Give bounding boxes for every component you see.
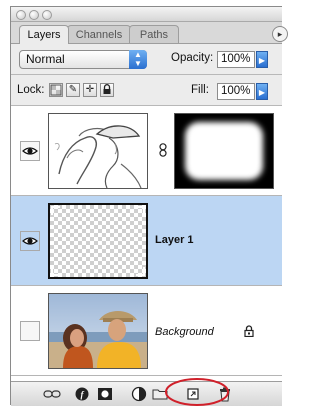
- tab-channels[interactable]: Channels: [67, 25, 131, 43]
- layer-thumbnail-transparent: [48, 203, 148, 279]
- tab-bar: Layers Channels Paths ▸: [11, 22, 288, 44]
- layer-row-layer-1[interactable]: Layer 1: [11, 196, 282, 286]
- tab-layers[interactable]: Layers: [19, 25, 69, 44]
- layer-lock-icon: [244, 324, 254, 338]
- layer-thumbnail-sketch: [48, 113, 148, 189]
- lock-all-icon[interactable]: [100, 83, 114, 97]
- opacity-label: Opacity:: [171, 52, 214, 64]
- mask-link-icon[interactable]: [159, 143, 167, 157]
- lock-fill-row: Lock: ✎ ✛ Fill: 100% ▶: [11, 75, 282, 106]
- layer-name[interactable]: Background: [155, 326, 214, 338]
- add-mask-icon[interactable]: [96, 386, 114, 402]
- panel-titlebar: [11, 7, 282, 22]
- blend-mode-value: Normal: [26, 52, 65, 66]
- visibility-toggle[interactable]: [20, 321, 40, 341]
- lock-brush-icon[interactable]: ✎: [66, 83, 80, 97]
- layer-name[interactable]: Layer 1: [155, 234, 194, 246]
- opacity-slider-arrow-icon[interactable]: ▶: [256, 51, 268, 68]
- lock-transparent-icon[interactable]: [49, 83, 63, 97]
- highlight-circle-icon: [165, 378, 229, 406]
- visibility-toggle[interactable]: [20, 231, 40, 251]
- opacity-field[interactable]: 100%: [217, 51, 255, 68]
- minimize-icon[interactable]: [29, 10, 39, 20]
- tab-paths[interactable]: Paths: [129, 25, 179, 43]
- adjustment-layer-icon[interactable]: [130, 386, 148, 402]
- close-icon[interactable]: [16, 10, 26, 20]
- blend-opacity-row: Normal ▲ ▼ Opacity: 100% ▶: [11, 44, 282, 75]
- layer-style-icon[interactable]: f: [73, 386, 91, 402]
- link-layers-icon[interactable]: [43, 386, 61, 402]
- layer-row-background[interactable]: Background: [11, 286, 282, 376]
- blend-mode-select[interactable]: Normal ▲ ▼: [19, 50, 147, 69]
- fill-slider-arrow-icon[interactable]: ▶: [256, 83, 268, 100]
- lock-label: Lock:: [17, 84, 45, 96]
- layer-thumbnail-photo: [48, 293, 148, 369]
- fill-label: Fill:: [191, 84, 209, 96]
- fill-field[interactable]: 100%: [217, 83, 255, 100]
- visibility-toggle[interactable]: [20, 141, 40, 161]
- panel-menu-icon[interactable]: ▸: [272, 26, 288, 42]
- layers-panel: Layers Channels Paths ▸ Normal ▲ ▼ Opacit…: [10, 6, 288, 406]
- lock-position-icon[interactable]: ✛: [83, 83, 97, 97]
- layer-mask-thumbnail[interactable]: [174, 113, 274, 189]
- eye-icon: [22, 237, 38, 245]
- layer-row-sketch[interactable]: [11, 106, 282, 196]
- layers-list: Layer 1 Background: [11, 106, 282, 381]
- updown-arrows-icon: ▲ ▼: [129, 50, 147, 69]
- zoom-icon[interactable]: [42, 10, 52, 20]
- panel-footer: f: [11, 378, 282, 406]
- eye-icon: [22, 147, 38, 155]
